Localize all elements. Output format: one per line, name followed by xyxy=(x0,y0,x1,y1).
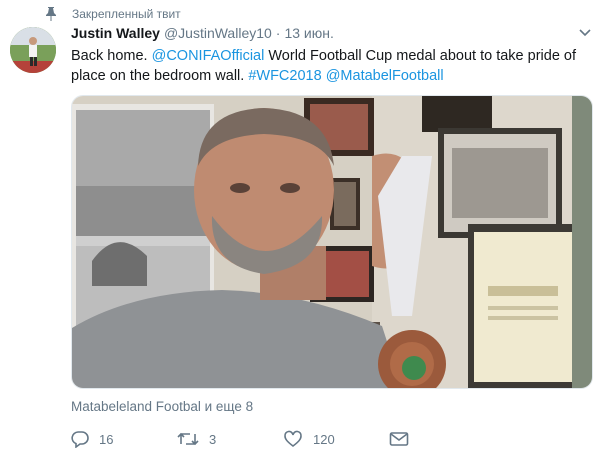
direct-message-button[interactable] xyxy=(389,430,419,448)
pin-icon xyxy=(44,7,58,21)
pinned-tweet-label: Закрепленный твит xyxy=(44,6,181,22)
tweet-photo[interactable] xyxy=(71,95,593,389)
tweet-date[interactable]: 13 июн. xyxy=(284,25,333,41)
reply-count: 16 xyxy=(99,431,114,447)
retweet-icon xyxy=(177,432,199,446)
chevron-down-icon[interactable] xyxy=(579,28,591,38)
tweet-header: Justin Walley @JustinWalley10 · 13 июн. xyxy=(71,25,334,41)
like-button[interactable]: 120 xyxy=(283,430,389,448)
retweet-button[interactable]: 3 xyxy=(177,430,283,448)
tagged-users[interactable]: Matabeleland Footbal и еще 8 xyxy=(71,399,253,414)
like-icon xyxy=(284,430,302,448)
author-handle[interactable]: @JustinWalley10 xyxy=(164,25,272,41)
avatar[interactable] xyxy=(10,27,56,73)
tweet-actions: 16 3 120 xyxy=(71,430,421,448)
reply-icon xyxy=(71,431,89,448)
tweet-text: Back home. @CONIFAOfficial World Footbal… xyxy=(71,48,577,84)
like-count: 120 xyxy=(313,431,335,447)
mention-link[interactable]: @CONIFAOfficial xyxy=(152,48,265,64)
mention-link[interactable]: @MatabelFootball xyxy=(326,68,444,84)
pinned-label-text: Закрепленный твит xyxy=(72,7,181,21)
separator-dot: · xyxy=(275,25,281,41)
hashtag-link[interactable]: #WFC2018 xyxy=(248,68,321,84)
reply-button[interactable]: 16 xyxy=(71,430,177,448)
author-name[interactable]: Justin Walley xyxy=(71,25,160,41)
message-icon xyxy=(389,432,409,446)
retweet-count: 3 xyxy=(209,431,217,447)
